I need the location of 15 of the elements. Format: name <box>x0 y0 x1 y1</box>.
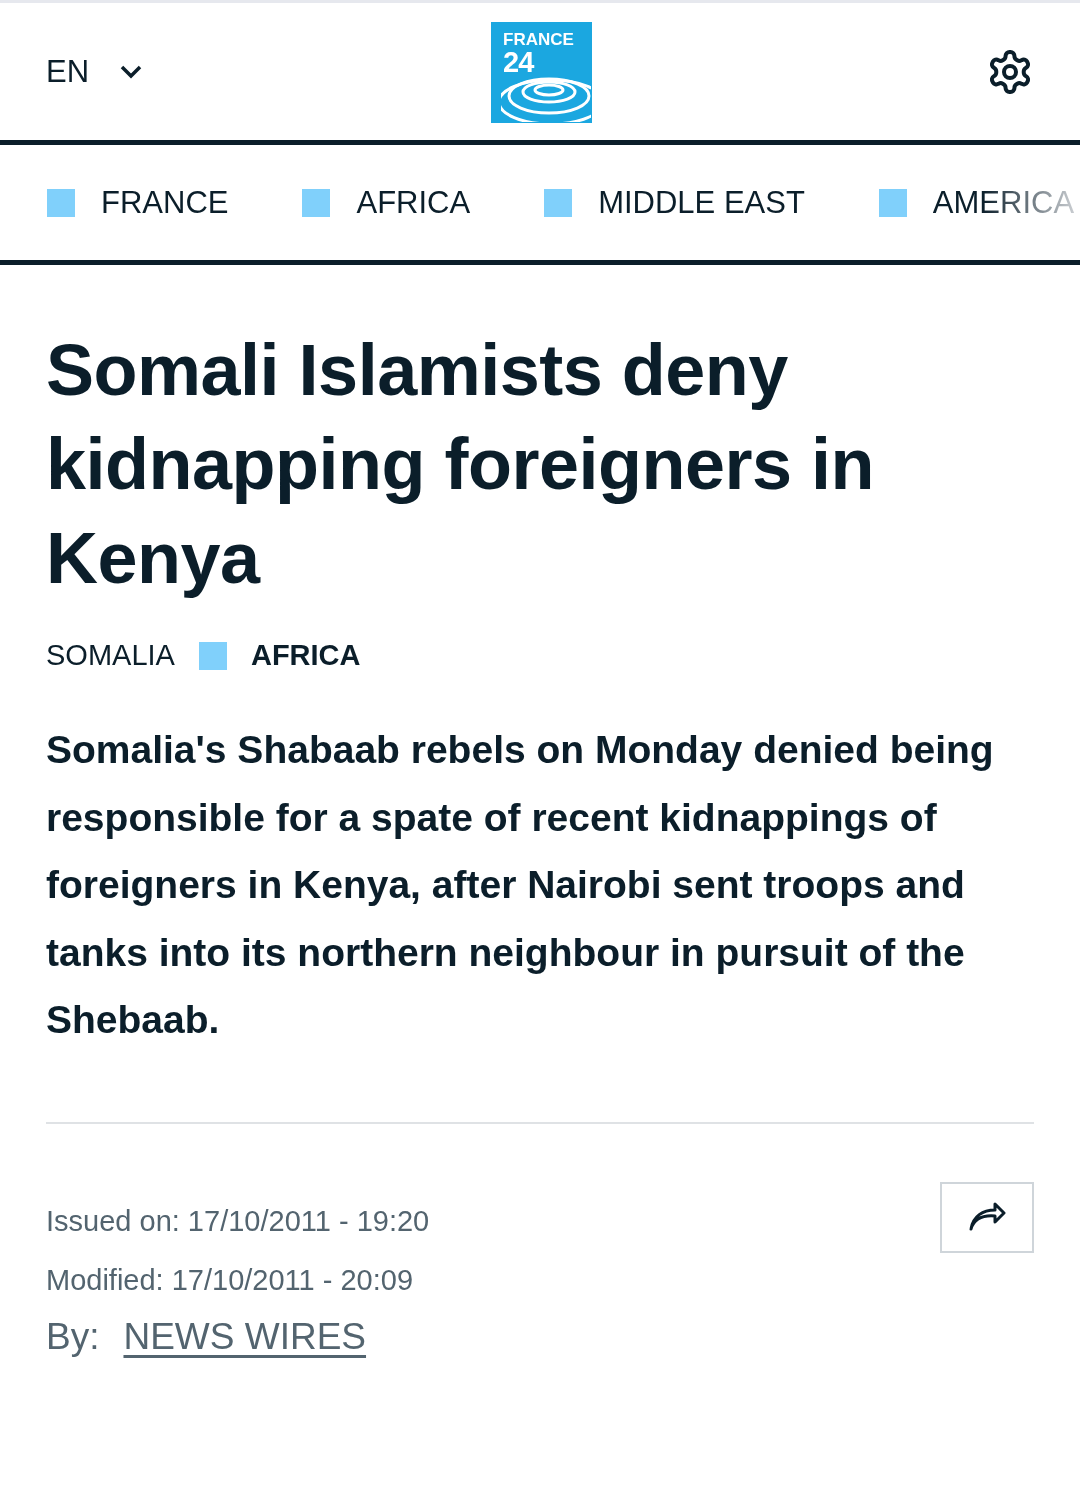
article-lead: Somalia's Shabaab rebels on Monday denied being responsible for a spate of recent kidnappings of foreigners in Kenya, after Nairobi sent troops and tanks into its northern neighbour in pursuit of the Shebaab. <box>46 727 995 1043</box>
language-selector[interactable]: EN <box>46 53 144 90</box>
share-icon <box>967 1202 1007 1232</box>
nav-link[interactable]: FRANCE <box>47 184 229 221</box>
nav-link[interactable]: MIDDLE EAST <box>544 184 805 221</box>
issued-date: Issued on: 17/10/2011 - 19:20 <box>46 1203 430 1239</box>
nav-link[interactable]: AFRICA <box>302 184 471 221</box>
chevron-down-icon <box>119 63 144 80</box>
modified-date: Modified: 17/10/2011 - 20:09 <box>46 1262 415 1298</box>
article-title: Somali Islamists deny kidnapping foreigners in Kenya <box>46 329 876 600</box>
share-button[interactable] <box>940 1181 1034 1253</box>
section-link[interactable]: AFRICA <box>250 639 361 672</box>
tag-link[interactable]: SOMALIA <box>46 639 175 672</box>
byline-label: By: <box>46 1315 100 1358</box>
author-link[interactable]: NEWS WIRES <box>123 1315 367 1358</box>
